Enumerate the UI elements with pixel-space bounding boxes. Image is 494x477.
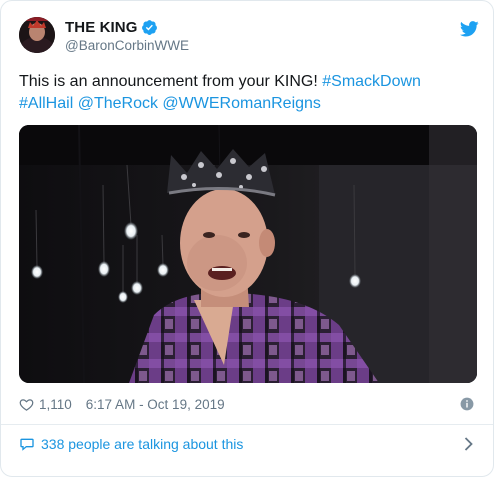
divider <box>1 424 493 425</box>
info-icon[interactable] <box>460 397 474 411</box>
like-count[interactable]: 1,110 <box>39 397 72 412</box>
mention-therock[interactable]: @TheRock <box>78 95 158 112</box>
user-handle[interactable]: @BaronCorbinWWE <box>65 38 189 53</box>
tweet-header: THE KING @BaronCorbinWWE <box>19 17 479 61</box>
tweet-text: This is an announcement from your KING! … <box>19 71 479 115</box>
conversation-label[interactable]: 338 people are talking about this <box>41 436 243 452</box>
mention-wweromanreigns[interactable]: @WWERomanReigns <box>162 95 321 112</box>
tweet-video[interactable] <box>19 125 477 383</box>
heart-icon[interactable] <box>19 397 34 412</box>
speech-bubble-icon <box>19 436 35 452</box>
conversation-link[interactable]: 338 people are talking about this <box>19 433 477 455</box>
verified-badge-icon <box>141 19 158 36</box>
avatar[interactable] <box>19 17 55 53</box>
tweet-text-plain: This is an announcement from your KING! <box>19 73 323 90</box>
twitter-bird-icon[interactable] <box>459 21 479 37</box>
tweet-card: THE KING @BaronCorbinWWE This is an anno… <box>0 0 494 477</box>
hashtag-smackdown[interactable]: #SmackDown <box>322 73 421 90</box>
tweet-timestamp[interactable]: 6:17 AM - Oct 19, 2019 <box>86 397 225 412</box>
hashtag-allhail[interactable]: #AllHail <box>19 95 73 112</box>
chevron-right-icon[interactable] <box>464 437 473 451</box>
tweet-meta: 1,110 6:17 AM - Oct 19, 2019 <box>19 395 477 413</box>
display-name[interactable]: THE KING <box>65 19 137 36</box>
user-name-block[interactable]: THE KING @BaronCorbinWWE <box>65 17 189 54</box>
